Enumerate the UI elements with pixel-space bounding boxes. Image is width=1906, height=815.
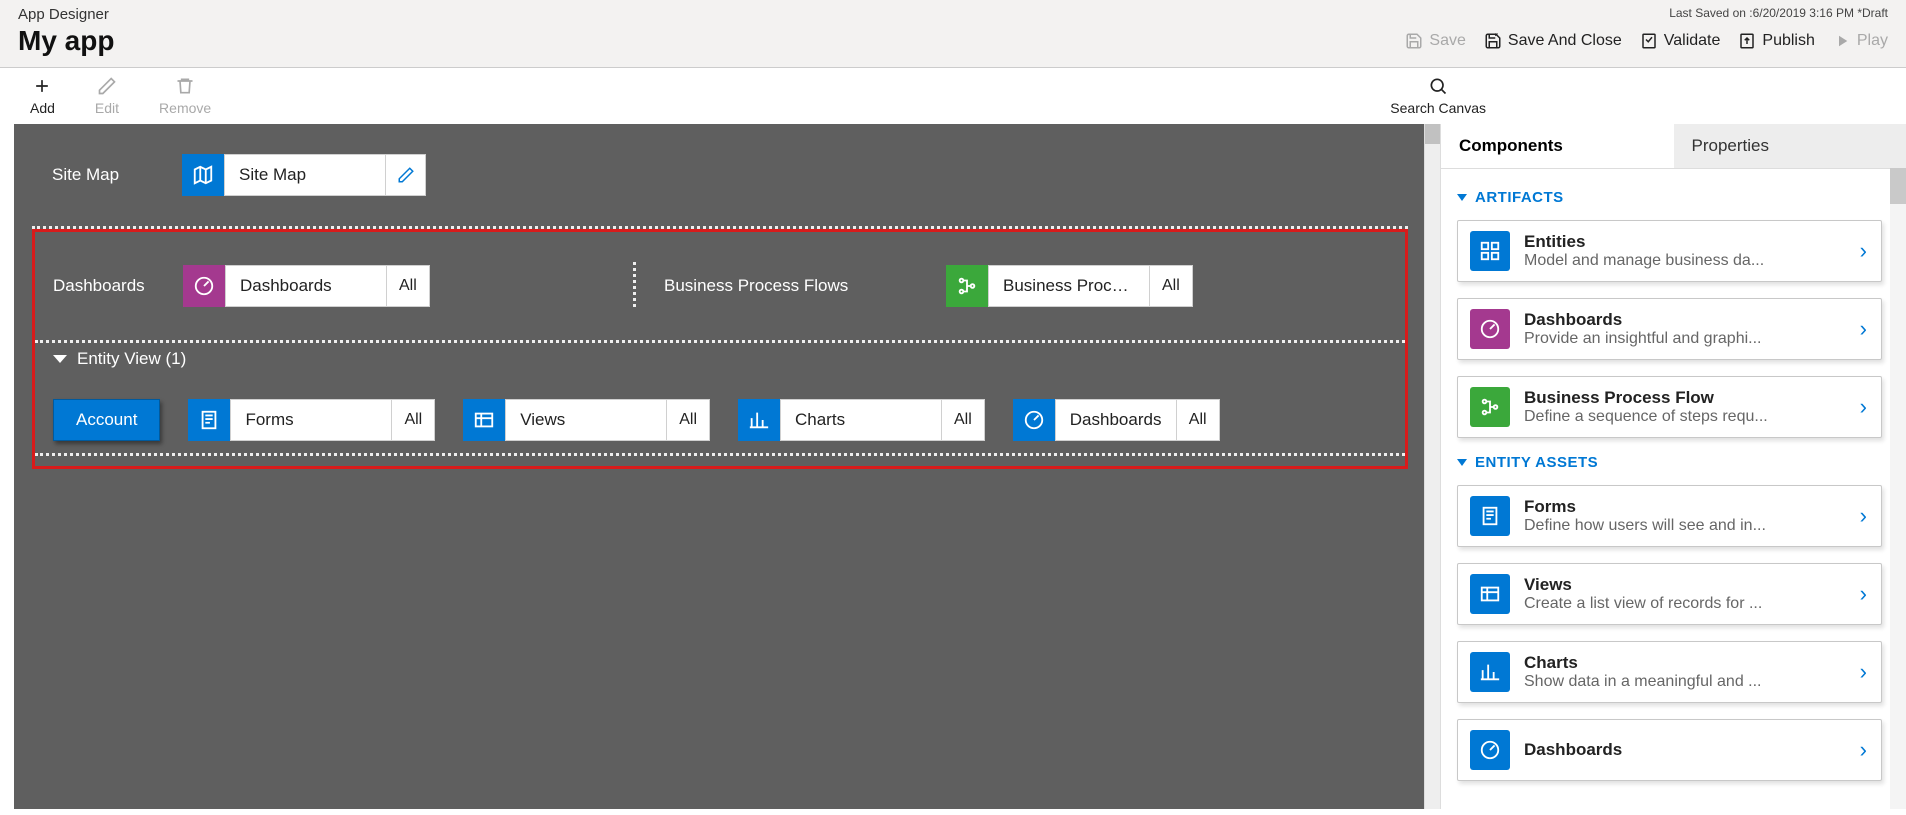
play-icon	[1833, 32, 1851, 50]
bpf-icon	[946, 265, 988, 307]
save-icon	[1405, 32, 1423, 50]
account-entity-button[interactable]: Account	[53, 399, 160, 441]
play-button: Play	[1833, 32, 1888, 50]
forms-icon	[1470, 496, 1510, 536]
divider	[32, 226, 1408, 229]
last-saved-text: Last Saved on :6/20/2019 3:16 PM *Draft	[1405, 6, 1888, 20]
sitemap-edit-button[interactable]	[386, 154, 426, 196]
card-charts[interactable]: Charts Show data in a meaningful and ...…	[1457, 641, 1882, 703]
dashboards-tile[interactable]: Dashboards All	[225, 265, 430, 307]
chevron-right-icon: ›	[1860, 316, 1867, 342]
pencil-icon	[397, 166, 415, 184]
caret-down-icon	[1457, 459, 1467, 466]
design-canvas[interactable]: Site Map Site Map	[14, 124, 1426, 809]
chevron-right-icon: ›	[1860, 394, 1867, 420]
chevron-right-icon: ›	[1860, 659, 1867, 685]
divider	[35, 340, 1405, 343]
search-icon	[1428, 76, 1448, 96]
bpf-all[interactable]: All	[1149, 266, 1192, 306]
page-subtitle: App Designer	[18, 6, 114, 23]
toolbar: Add Edit Remove Search Canvas	[0, 68, 1906, 124]
pencil-icon	[97, 76, 117, 96]
save-and-close-button[interactable]: Save And Close	[1484, 32, 1622, 50]
entity-dashboards-all[interactable]: All	[1176, 400, 1219, 440]
views-tile[interactable]: Views All	[505, 399, 710, 441]
divider	[35, 453, 1405, 456]
card-views[interactable]: Views Create a list view of records for …	[1457, 563, 1882, 625]
sitemap-tile[interactable]: Site Map	[224, 154, 386, 196]
dashboard-icon	[1470, 730, 1510, 770]
validate-icon	[1640, 32, 1658, 50]
publish-button[interactable]: Publish	[1738, 32, 1814, 50]
bpf-label: Business Process Flows	[646, 276, 946, 296]
edit-button: Edit	[95, 76, 119, 116]
chevron-right-icon: ›	[1860, 503, 1867, 529]
card-forms[interactable]: Forms Define how users will see and in..…	[1457, 485, 1882, 547]
views-icon	[463, 399, 505, 441]
charts-tile[interactable]: Charts All	[780, 399, 985, 441]
forms-tile[interactable]: Forms All	[230, 399, 435, 441]
header-bar: App Designer My app Last Saved on :6/20/…	[0, 0, 1906, 68]
publish-icon	[1738, 32, 1756, 50]
card-bpf[interactable]: Business Process Flow Define a sequence …	[1457, 376, 1882, 438]
artifacts-group-header[interactable]: ARTIFACTS	[1457, 189, 1882, 206]
views-icon	[1470, 574, 1510, 614]
charts-all[interactable]: All	[941, 400, 984, 440]
forms-all[interactable]: All	[391, 400, 434, 440]
save-button: Save	[1405, 32, 1465, 50]
validate-button[interactable]: Validate	[1640, 32, 1721, 50]
charts-icon	[1470, 652, 1510, 692]
add-button[interactable]: Add	[30, 76, 55, 116]
caret-down-icon	[1457, 194, 1467, 201]
entity-dashboards-icon	[1013, 399, 1055, 441]
caret-down-icon	[53, 355, 67, 363]
tab-properties[interactable]: Properties	[1674, 124, 1906, 168]
views-all[interactable]: All	[666, 400, 709, 440]
dashboard-icon	[183, 265, 225, 307]
entity-view-header[interactable]: Entity View (1)	[35, 343, 1405, 399]
chevron-right-icon: ›	[1860, 581, 1867, 607]
charts-icon	[738, 399, 780, 441]
canvas-scrollbar[interactable]	[1424, 124, 1440, 809]
dashboards-label: Dashboards	[53, 276, 183, 296]
highlighted-region: Dashboards Dashboards All Business Proce…	[32, 229, 1408, 469]
bpf-icon	[1470, 387, 1510, 427]
card-dashboards[interactable]: Dashboards Provide an insightful and gra…	[1457, 298, 1882, 360]
search-canvas-button[interactable]: Search Canvas	[1390, 76, 1486, 116]
panel-scrollbar[interactable]	[1890, 168, 1906, 809]
card-asset-dashboards[interactable]: Dashboards ›	[1457, 719, 1882, 781]
vertical-divider	[633, 262, 636, 310]
chevron-right-icon: ›	[1860, 737, 1867, 763]
page-title: My app	[18, 25, 114, 57]
entity-assets-group-header[interactable]: ENTITY ASSETS	[1457, 454, 1882, 471]
right-panel: Components Properties ARTIFACTS Entities…	[1440, 124, 1906, 809]
trash-icon	[175, 76, 195, 96]
card-entities[interactable]: Entities Model and manage business da...…	[1457, 220, 1882, 282]
dashboard-icon	[1470, 309, 1510, 349]
entity-dashboards-tile[interactable]: Dashboards All	[1055, 399, 1220, 441]
dashboards-all[interactable]: All	[386, 266, 429, 306]
plus-icon	[32, 76, 52, 96]
sitemap-label: Site Map	[52, 165, 182, 185]
remove-button: Remove	[159, 76, 211, 116]
sitemap-icon	[182, 154, 224, 196]
bpf-tile[interactable]: Business Proces... All	[988, 265, 1193, 307]
chevron-right-icon: ›	[1860, 238, 1867, 264]
tab-components[interactable]: Components	[1441, 124, 1674, 168]
forms-icon	[188, 399, 230, 441]
entities-icon	[1470, 231, 1510, 271]
save-close-icon	[1484, 32, 1502, 50]
